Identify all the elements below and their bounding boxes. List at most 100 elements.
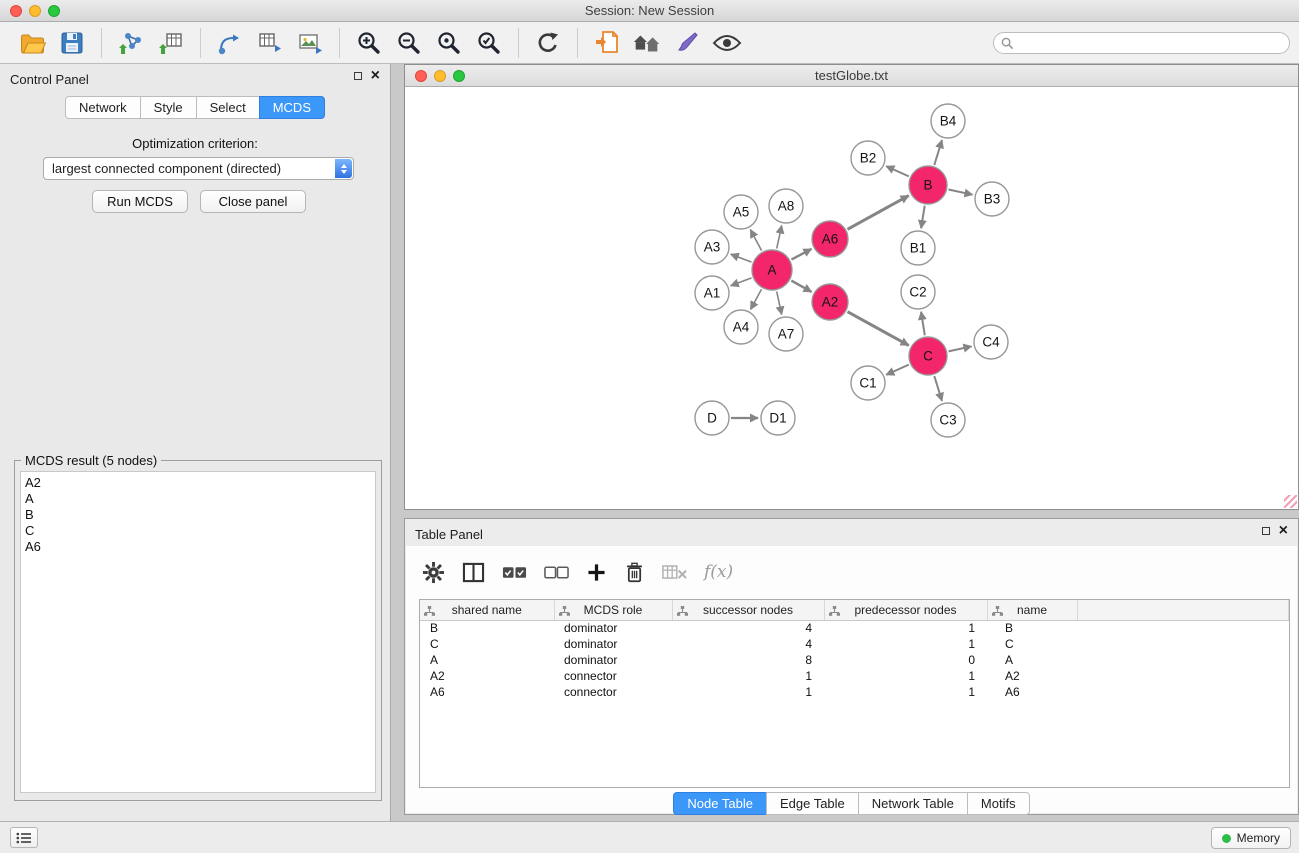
graph-edge-C-C4[interactable] (949, 346, 972, 351)
export-image-button[interactable] (293, 26, 327, 60)
search-input[interactable] (1019, 36, 1289, 50)
graph-node-C4[interactable]: C4 (974, 325, 1008, 359)
deselect-all-button[interactable] (544, 565, 569, 580)
table-cell[interactable]: dominator (554, 652, 672, 668)
zoom-selected-button[interactable] (472, 26, 506, 60)
graph-edge-A-A7[interactable] (777, 292, 782, 315)
graph-node-A8[interactable]: A8 (769, 189, 803, 223)
tab-network[interactable]: Network (65, 96, 141, 119)
table-cell[interactable]: B (987, 620, 1077, 636)
column-header-name[interactable]: name (987, 600, 1077, 620)
tab-select[interactable]: Select (196, 96, 260, 119)
column-header-predecessor-nodes[interactable]: predecessor nodes (824, 600, 987, 620)
tab-network-table[interactable]: Network Table (858, 792, 968, 815)
zoom-in-button[interactable] (352, 26, 386, 60)
new-network-button[interactable] (213, 26, 247, 60)
memory-button[interactable]: Memory (1211, 827, 1291, 849)
result-item[interactable]: C (25, 523, 375, 539)
close-panel-icon[interactable]: × (371, 70, 380, 82)
graph-edge-A-A3[interactable] (731, 254, 752, 262)
graph-node-B[interactable]: B (909, 166, 947, 204)
table-cell[interactable]: 1 (824, 668, 987, 684)
delete-table-button[interactable] (662, 563, 687, 582)
table-cell[interactable]: 1 (824, 620, 987, 636)
graph-node-B1[interactable]: B1 (901, 231, 935, 265)
command-panel-button[interactable] (10, 827, 38, 848)
table-cell[interactable]: 8 (672, 652, 824, 668)
table-row[interactable]: Bdominator41B (420, 620, 1289, 636)
column-header-successor-nodes[interactable]: successor nodes (672, 600, 824, 620)
table-cell[interactable]: connector (554, 684, 672, 700)
resize-grip-icon[interactable] (1284, 495, 1297, 508)
open-session-button[interactable] (15, 26, 49, 60)
graph-node-C2[interactable]: C2 (901, 275, 935, 309)
graph-node-A2[interactable]: A2 (812, 284, 848, 320)
add-column-button[interactable] (586, 562, 607, 583)
graph-edge-A-A6[interactable] (791, 249, 811, 260)
graph-node-C3[interactable]: C3 (931, 403, 965, 437)
tab-mcds[interactable]: MCDS (259, 96, 325, 119)
tab-node-table[interactable]: Node Table (673, 792, 767, 815)
table-cell[interactable]: 1 (672, 684, 824, 700)
graph-edge-B-B1[interactable] (921, 206, 925, 229)
mcds-result-list[interactable]: A2ABCA6 (20, 471, 376, 793)
graph-node-A1[interactable]: A1 (695, 276, 729, 310)
graph-edge-A-A5[interactable] (750, 230, 761, 251)
close-panel-button[interactable]: Close panel (200, 190, 306, 213)
graph-node-A3[interactable]: A3 (695, 230, 729, 264)
table-cell[interactable]: 4 (672, 620, 824, 636)
run-mcds-button[interactable]: Run MCDS (92, 190, 188, 213)
graph-node-D1[interactable]: D1 (761, 401, 795, 435)
zoom-fit-button[interactable] (432, 26, 466, 60)
graph-node-B2[interactable]: B2 (851, 141, 885, 175)
close-table-panel-icon[interactable]: × (1279, 525, 1288, 537)
save-session-button[interactable] (55, 26, 89, 60)
result-item[interactable]: A (25, 491, 375, 507)
graph-node-B4[interactable]: B4 (931, 104, 965, 138)
graph-edge-A2-C[interactable] (848, 312, 909, 346)
table-row[interactable]: Adominator80A (420, 652, 1289, 668)
graph-edge-B-B2[interactable] (886, 166, 909, 176)
table-cell[interactable]: A (420, 652, 554, 668)
table-cell[interactable]: A6 (420, 684, 554, 700)
table-cell[interactable]: C (987, 636, 1077, 652)
table-cell[interactable]: 0 (824, 652, 987, 668)
table-cell[interactable]: dominator (554, 620, 672, 636)
export-table-button[interactable] (253, 26, 287, 60)
show-graphics-details-button[interactable] (710, 26, 744, 60)
table-row[interactable]: Cdominator41C (420, 636, 1289, 652)
graph-edge-B-B3[interactable] (949, 190, 973, 195)
table-cell[interactable]: 1 (824, 684, 987, 700)
table-row[interactable]: A6connector11A6 (420, 684, 1289, 700)
graph-edge-A-A4[interactable] (751, 289, 762, 309)
graph-node-A[interactable]: A (752, 250, 792, 290)
result-item[interactable]: A6 (25, 539, 375, 555)
function-builder-button[interactable]: f(x) (704, 562, 733, 582)
refresh-view-button[interactable] (531, 26, 565, 60)
table-row[interactable]: A2connector11A2 (420, 668, 1289, 684)
criterion-dropdown[interactable]: largest connected component (directed) (43, 157, 354, 180)
import-network-button[interactable] (114, 26, 148, 60)
graph-edge-B-B4[interactable] (934, 140, 942, 165)
table-cell[interactable]: 1 (824, 636, 987, 652)
graph-edge-A-A1[interactable] (731, 278, 752, 286)
table-cell[interactable]: connector (554, 668, 672, 684)
table-cell[interactable]: B (420, 620, 554, 636)
graph-edge-A-A8[interactable] (777, 226, 782, 249)
result-item[interactable]: A2 (25, 475, 375, 491)
graph-node-A4[interactable]: A4 (724, 310, 758, 344)
import-table-button[interactable] (154, 26, 188, 60)
zoom-out-button[interactable] (392, 26, 426, 60)
graph-edge-A-A2[interactable] (791, 281, 811, 292)
graph-edge-C-C3[interactable] (934, 376, 942, 401)
graph-node-A6[interactable]: A6 (812, 221, 848, 257)
delete-column-button[interactable] (624, 561, 645, 584)
graph-node-A7[interactable]: A7 (769, 317, 803, 351)
graph-edge-C-C2[interactable] (921, 312, 925, 336)
table-cell[interactable]: dominator (554, 636, 672, 652)
graph-edge-C-C1[interactable] (886, 365, 909, 375)
column-header-shared-name[interactable]: shared name (420, 600, 554, 620)
apply-style-button[interactable] (670, 26, 704, 60)
table-cell[interactable]: C (420, 636, 554, 652)
show-columns-button[interactable] (462, 562, 485, 583)
